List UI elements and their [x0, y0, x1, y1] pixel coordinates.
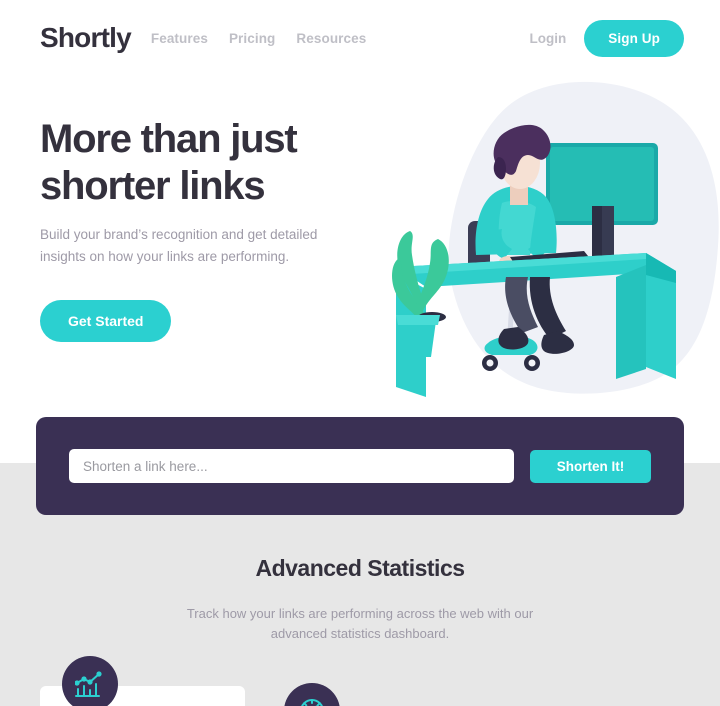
link-shortener-form: Shorten It!	[36, 417, 684, 515]
stats-subtitle: Track how your links are performing acro…	[186, 606, 534, 642]
landing-page: Shortly Features Pricing Resources Login…	[0, 0, 720, 706]
brand-recognition-chart-icon	[62, 656, 118, 706]
brand-logo[interactable]: Shortly	[40, 24, 132, 52]
feature-cards	[0, 655, 720, 706]
site-header: Shortly Features Pricing Resources Login…	[0, 0, 720, 76]
primary-navigation: Features Pricing Resources	[151, 31, 366, 46]
nav-item-pricing[interactable]: Pricing	[229, 31, 275, 46]
stats-title: Advanced Statistics	[255, 555, 465, 581]
advanced-statistics-section: Advanced Statistics Track how your links…	[0, 555, 720, 644]
header-actions: Login Sign Up	[530, 19, 684, 57]
login-link[interactable]: Login	[530, 31, 567, 46]
hero-title: More than just shorter links	[40, 117, 298, 209]
sign-up-button[interactable]: Sign Up	[584, 19, 684, 57]
detailed-records-gauge-icon	[284, 683, 340, 706]
shorten-it-button[interactable]: Shorten It!	[530, 449, 651, 483]
hero-section: More than just shorter links Build your …	[0, 76, 720, 406]
nav-item-resources[interactable]: Resources	[296, 31, 366, 46]
get-started-button[interactable]: Get Started	[40, 299, 172, 342]
person-at-desk-illustration	[380, 81, 720, 401]
nav-item-features[interactable]: Features	[151, 31, 208, 46]
hero-subtitle: Build your brand’s recognition and get d…	[40, 227, 318, 264]
hero-copy: More than just shorter links Build your …	[40, 116, 380, 342]
shorten-link-input[interactable]	[69, 449, 514, 483]
